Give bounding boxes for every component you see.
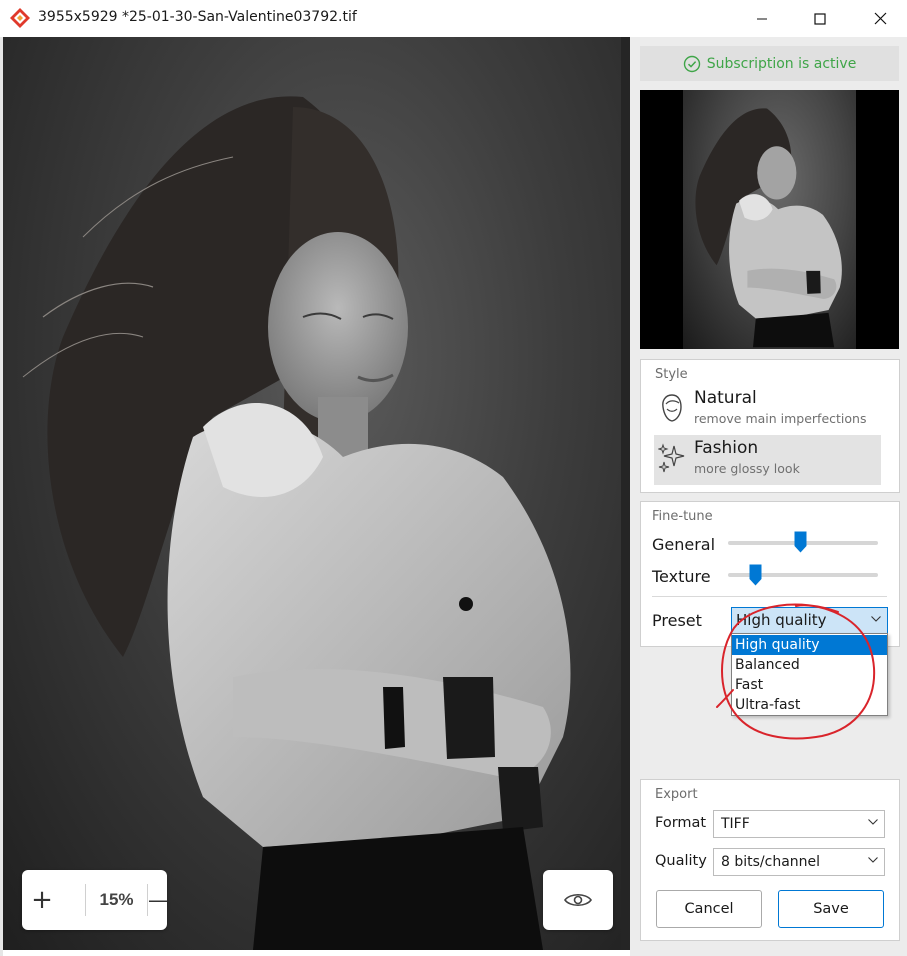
chevron-down-icon: [871, 616, 881, 622]
general-label: General: [652, 535, 716, 554]
format-select[interactable]: TIFF: [713, 810, 885, 838]
subscription-text: Subscription is active: [706, 55, 857, 72]
panel-divider[interactable]: [621, 37, 630, 950]
save-button[interactable]: Save: [778, 890, 884, 928]
zoom-out-button[interactable]: —: [148, 870, 168, 930]
eye-icon: [564, 893, 592, 907]
zoom-in-button[interactable]: +: [22, 870, 62, 930]
sparkles-icon: [658, 443, 685, 473]
app-logo-icon: [9, 7, 31, 29]
style-option-fashion[interactable]: Fashion more glossy look: [654, 435, 881, 485]
quality-select[interactable]: 8 bits/channel: [713, 848, 885, 876]
minimize-icon: [757, 18, 767, 19]
preset-option-high-quality[interactable]: High quality: [732, 635, 887, 655]
window-title: 3955x5929 *25-01-30-San-Valentine03792.t…: [38, 9, 357, 25]
cancel-button[interactable]: Cancel: [656, 890, 762, 928]
thumbnail-preview[interactable]: [640, 90, 899, 349]
title-bar: 3955x5929 *25-01-30-San-Valentine03792.t…: [0, 0, 907, 37]
preset-option-fast[interactable]: Fast: [732, 675, 887, 695]
maximize-icon: [814, 12, 826, 25]
format-label: Format: [655, 815, 707, 831]
texture-label: Texture: [652, 567, 711, 586]
portrait-photo: [22, 96, 571, 950]
texture-slider-handle[interactable]: [749, 564, 762, 586]
style-option-desc: remove main imperfections: [694, 411, 867, 426]
zoom-level: 15%: [99, 890, 134, 909]
quality-value: 8 bits/channel: [721, 854, 821, 870]
preset-option-balanced[interactable]: Balanced: [732, 655, 887, 675]
export-group-label: Export: [655, 787, 698, 802]
preset-dropdown-list: High quality Balanced Fast Ultra-fast: [731, 633, 888, 716]
check-circle-icon: [683, 55, 700, 72]
style-group-label: Style: [655, 367, 688, 382]
preset-select[interactable]: High quality: [731, 607, 888, 634]
preset-label: Preset: [652, 611, 702, 630]
face-icon: [662, 394, 682, 422]
subscription-status: Subscription is active: [640, 46, 899, 81]
maximize-button[interactable]: [797, 0, 843, 37]
quality-label: Quality: [655, 853, 707, 869]
format-value: TIFF: [721, 816, 750, 832]
close-icon: [874, 12, 886, 25]
preset-value: High quality: [736, 611, 827, 629]
chevron-down-icon: [868, 857, 878, 863]
minimize-button[interactable]: [739, 0, 785, 37]
finetune-group-label: Fine-tune: [652, 509, 713, 524]
style-option-name: Fashion: [694, 438, 759, 458]
style-option-desc: more glossy look: [694, 461, 800, 476]
style-option-name: Natural: [694, 388, 757, 408]
style-option-natural[interactable]: Natural remove main imperfections: [654, 385, 881, 435]
finetune-separator: [652, 596, 887, 597]
chevron-down-icon: [868, 819, 878, 825]
close-button[interactable]: [857, 0, 903, 37]
photo-canvas[interactable]: [3, 37, 621, 950]
preset-option-ultra-fast[interactable]: Ultra-fast: [732, 695, 887, 715]
preview-toggle-button[interactable]: [543, 870, 613, 930]
general-slider-handle[interactable]: [794, 531, 807, 553]
style-group: Style Natural remove main imperfections …: [640, 359, 900, 493]
thumbnail-image: [683, 90, 856, 349]
zoom-control: + 15% —: [22, 870, 168, 930]
